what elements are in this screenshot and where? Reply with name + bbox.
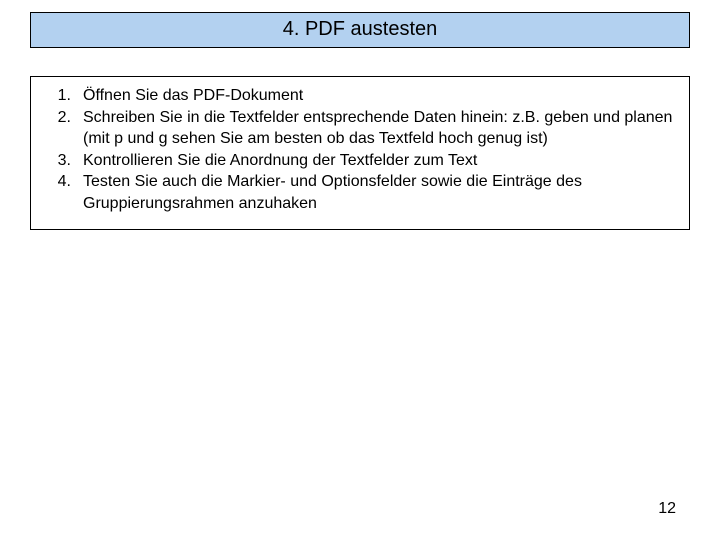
list-text: Schreiben Sie in die Textfelder entsprec… xyxy=(77,107,677,150)
list-text: Öffnen Sie das PDF-Dokument xyxy=(77,85,677,107)
list-number: 4. xyxy=(43,171,77,214)
list-number: 3. xyxy=(43,150,77,172)
content-box: 1. Öffnen Sie das PDF-Dokument 2. Schrei… xyxy=(30,76,690,230)
page-number: 12 xyxy=(658,500,676,518)
list-item: 1. Öffnen Sie das PDF-Dokument xyxy=(43,85,677,107)
list-item: 4. Testen Sie auch die Markier- und Opti… xyxy=(43,171,677,214)
ordered-list: 1. Öffnen Sie das PDF-Dokument 2. Schrei… xyxy=(43,85,677,215)
list-number: 1. xyxy=(43,85,77,107)
list-item: 3. Kontrollieren Sie die Anordnung der T… xyxy=(43,150,677,172)
list-text: Testen Sie auch die Markier- und Options… xyxy=(77,171,677,214)
list-number: 2. xyxy=(43,107,77,150)
slide-title: 4. PDF austesten xyxy=(30,12,690,48)
list-text: Kontrollieren Sie die Anordnung der Text… xyxy=(77,150,677,172)
list-item: 2. Schreiben Sie in die Textfelder entsp… xyxy=(43,107,677,150)
